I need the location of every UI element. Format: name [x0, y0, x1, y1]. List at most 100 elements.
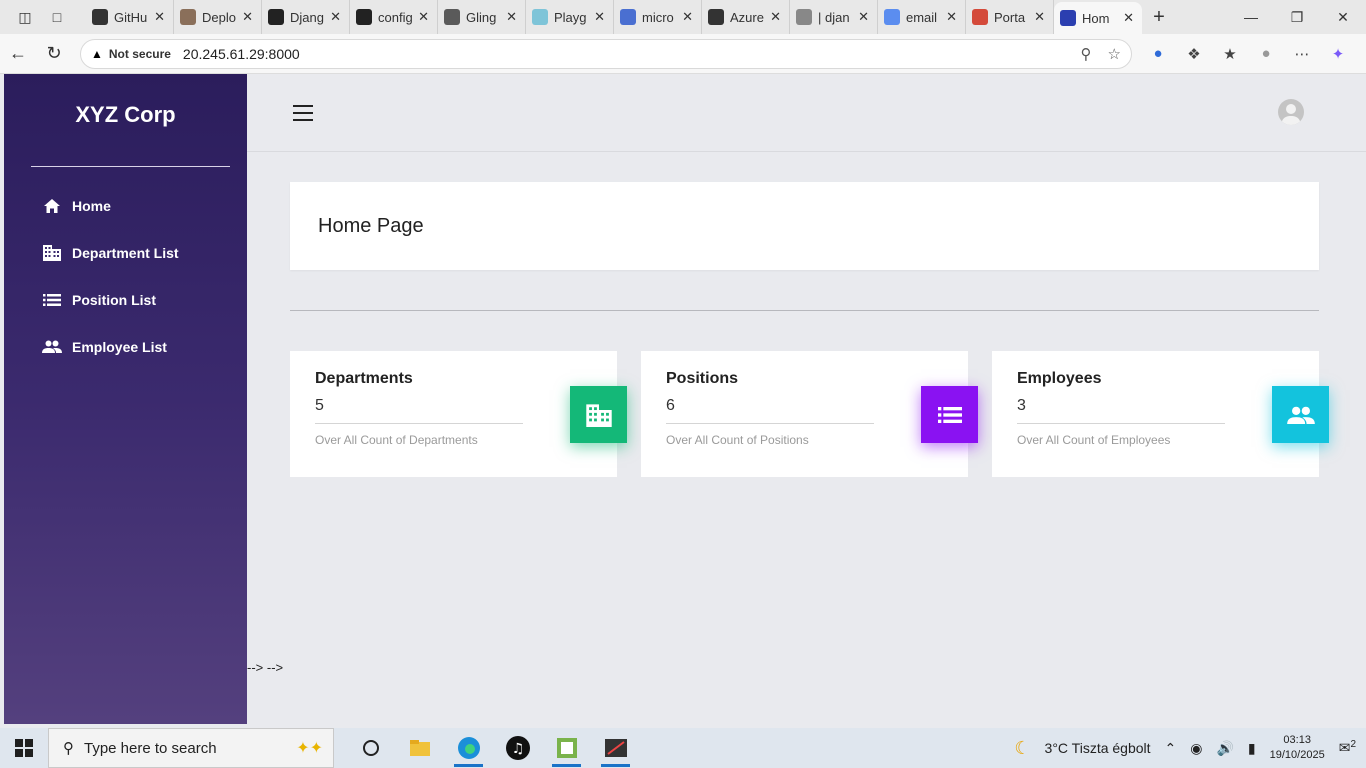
people-icon: [42, 337, 62, 357]
notifications-icon[interactable]: ✉2: [1339, 739, 1356, 757]
browser-tab-strip: ◫ □ GitHub✕Deploy✕Django✕config✕Gling✕Pl…: [0, 0, 1366, 34]
tab-label: GitHub: [114, 9, 148, 25]
tab-close-icon[interactable]: ✕: [418, 9, 429, 25]
browser-tab[interactable]: Django ✕: [262, 0, 350, 34]
browser-tab[interactable]: Hom ✕: [1054, 2, 1142, 34]
start-button[interactable]: [0, 739, 48, 757]
sidebar-item-department-list[interactable]: Department List: [42, 229, 179, 276]
stat-subtitle: Over All Count of Positions: [666, 433, 809, 447]
tab-close-icon[interactable]: ✕: [1034, 9, 1045, 25]
profile-icon[interactable]: ●: [1256, 45, 1276, 62]
tab-close-icon[interactable]: ✕: [1123, 10, 1134, 26]
tiktok-icon[interactable]: ♫: [493, 728, 542, 768]
copilot-icon[interactable]: ✦: [1328, 45, 1348, 63]
volume-icon[interactable]: 🔊: [1216, 740, 1233, 757]
browser-tab[interactable]: micro ✕: [614, 0, 702, 34]
tab-close-icon[interactable]: ✕: [242, 9, 253, 25]
tab-label: Deploy: [202, 9, 236, 25]
tab-close-icon[interactable]: ✕: [946, 9, 957, 25]
sidebar-item-label: Department List: [72, 244, 179, 261]
security-label[interactable]: Not secure: [109, 47, 171, 61]
stat-divider: [1017, 423, 1225, 424]
battery-icon[interactable]: ▮: [1248, 740, 1256, 757]
windows-logo-icon: [15, 739, 33, 757]
back-button[interactable]: ←: [0, 43, 36, 64]
browser-tab[interactable]: Deploy ✕: [174, 0, 262, 34]
tab-label: Hom: [1082, 10, 1110, 26]
sidebar-item-label: Position List: [72, 291, 156, 308]
weather-moon-icon[interactable]: ☾: [1014, 738, 1030, 759]
favorites-icon[interactable]: ★: [1220, 45, 1240, 63]
brand-divider: [31, 166, 230, 167]
search-placeholder[interactable]: Type here to search: [84, 740, 217, 757]
url-text[interactable]: 20.245.61.29:8000: [183, 46, 300, 62]
browser-tab[interactable]: Gling ✕: [438, 0, 526, 34]
extension-icon[interactable]: ●: [1148, 45, 1168, 62]
stat-title: Departments: [315, 370, 413, 387]
task-view-icon[interactable]: [346, 728, 395, 768]
browser-tab[interactable]: | djan ✕: [790, 0, 878, 34]
taskbar-search[interactable]: ⚲ Type here to search ✦✦: [48, 728, 334, 768]
browser-tab[interactable]: Porta ✕: [966, 0, 1054, 34]
brand-title[interactable]: XYZ Corp: [4, 102, 247, 128]
sidebar-item-employee-list[interactable]: Employee List: [42, 323, 179, 370]
stat-card-positions: Positions 6 Over All Count of Positions: [641, 351, 978, 477]
avatar[interactable]: [1278, 99, 1304, 125]
tab-close-icon[interactable]: ✕: [594, 9, 605, 25]
more-menu-icon[interactable]: ⋯: [1292, 45, 1312, 63]
workspaces-icon[interactable]: ◫: [16, 8, 34, 26]
sidebar-item-position-list[interactable]: Position List: [42, 276, 179, 323]
tab-close-icon[interactable]: ✕: [330, 9, 341, 25]
sidebar-item-home[interactable]: Home: [42, 182, 179, 229]
browser-tab[interactable]: GitHub ✕: [86, 0, 174, 34]
browser-tab[interactable]: email ✕: [878, 0, 966, 34]
network-warning-icon[interactable]: ◉: [1190, 740, 1202, 757]
key-icon[interactable]: ⚲: [1081, 45, 1092, 63]
tab-label: micro: [642, 9, 674, 25]
windows-taskbar: ⚲ Type here to search ✦✦ ♫ ☾ 3°C Tiszta …: [0, 728, 1366, 768]
restore-button[interactable]: ❐: [1274, 9, 1320, 26]
stat-count: 5: [315, 397, 324, 414]
tab-favicon-icon: [972, 9, 988, 25]
tab-actions-icon[interactable]: □: [48, 8, 66, 26]
clock[interactable]: 03:13 19/10/2025: [1270, 733, 1325, 763]
spreadsheet-app-icon[interactable]: [542, 728, 591, 768]
stat-divider: [315, 423, 523, 424]
building-icon: [42, 243, 62, 263]
url-field[interactable]: ▲ Not secure 20.245.61.29:8000 ⚲ ☆: [80, 38, 1132, 69]
extensions-puzzle-icon[interactable]: ❖: [1184, 45, 1204, 63]
chevron-up-icon[interactable]: ⌃: [1165, 740, 1177, 757]
favorite-star-icon[interactable]: ☆: [1108, 45, 1121, 63]
browser-tab[interactable]: Azure ✕: [702, 0, 790, 34]
stray-text: --> -->: [247, 660, 284, 675]
weather-text[interactable]: 3°C Tiszta égbolt: [1045, 740, 1151, 756]
sparkle-icon[interactable]: ✦✦: [296, 738, 323, 758]
stat-title: Employees: [1017, 370, 1102, 387]
edge-browser-icon[interactable]: [444, 728, 493, 768]
minimize-button[interactable]: —: [1228, 9, 1274, 26]
close-window-button[interactable]: ✕: [1320, 9, 1366, 26]
browser-tab[interactable]: Playg ✕: [526, 0, 614, 34]
sidebar-item-label: Employee List: [72, 338, 167, 355]
tab-close-icon[interactable]: ✕: [506, 9, 517, 25]
stat-card-departments: Departments 5 Over All Count of Departme…: [290, 351, 627, 477]
tab-label: config: [378, 9, 412, 25]
tab-favicon-icon: [92, 9, 108, 25]
tab-close-icon[interactable]: ✕: [154, 9, 165, 25]
refresh-button[interactable]: ↻: [36, 43, 72, 64]
notification-count: 2: [1350, 739, 1356, 751]
tab-favicon-icon: [708, 9, 724, 25]
warning-icon[interactable]: ▲: [91, 47, 103, 61]
snipping-tool-icon[interactable]: [591, 728, 640, 768]
file-explorer-icon[interactable]: [395, 728, 444, 768]
clock-time: 03:13: [1283, 734, 1311, 746]
menu-toggle-icon[interactable]: [293, 105, 313, 121]
tab-close-icon[interactable]: ✕: [682, 9, 693, 25]
tab-close-icon[interactable]: ✕: [770, 9, 781, 25]
clock-date: 19/10/2025: [1269, 749, 1325, 761]
browser-tab[interactable]: config ✕: [350, 0, 438, 34]
tab-close-icon[interactable]: ✕: [858, 9, 869, 25]
search-icon: ⚲: [63, 740, 74, 757]
new-tab-button[interactable]: +: [1142, 6, 1176, 29]
divider: [290, 310, 1319, 311]
